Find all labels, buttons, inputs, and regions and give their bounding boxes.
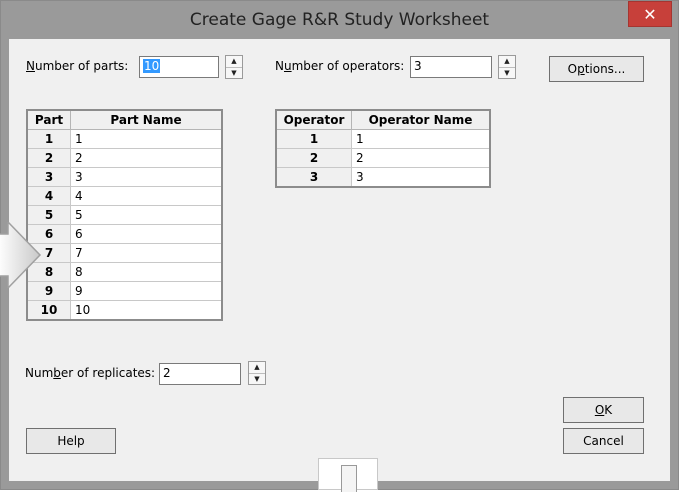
parts-input[interactable]: 10: [139, 56, 219, 78]
row-number: 2: [26, 148, 71, 168]
dialog-window: Create Gage R&R Study Worksheet ✕ Number…: [0, 0, 679, 490]
table-row: 66: [26, 224, 223, 244]
scroll-handle[interactable]: [318, 458, 378, 492]
operator-table: Operator Operator Name 112233: [275, 109, 491, 188]
row-number: 3: [26, 167, 71, 187]
part-column-header: Part: [26, 109, 71, 130]
part-name-column-header: Part Name: [70, 109, 223, 130]
table-row: 88: [26, 262, 223, 282]
parts-label: Number of parts:: [26, 59, 129, 73]
parts-value: 10: [143, 59, 161, 73]
arrow-pointer-icon: [0, 222, 42, 288]
name-cell[interactable]: 3: [351, 167, 491, 188]
operator-name-column-header: Operator Name: [351, 109, 491, 130]
operators-input[interactable]: 3: [410, 56, 492, 78]
name-cell[interactable]: 6: [70, 224, 223, 244]
name-cell[interactable]: 1: [70, 129, 223, 149]
ok-button[interactable]: OK: [563, 397, 644, 423]
name-cell[interactable]: 8: [70, 262, 223, 282]
operator-column-header: Operator: [275, 109, 352, 130]
table-row: 11: [275, 129, 491, 149]
dialog-body: Number of parts: 10 ▲ ▼ Number of operat…: [9, 39, 670, 481]
replicates-spinner[interactable]: ▲ ▼: [248, 361, 266, 385]
close-icon[interactable]: ✕: [628, 1, 672, 27]
part-table: Part Part Name 1 1 2 2 3 3 4 4 5 5 6 6 7 7 8 8 9 9 10 10: [26, 109, 223, 321]
operators-label: Number of operators:: [275, 59, 405, 73]
replicates-label: Number of replicates:: [25, 366, 156, 380]
table-row: 33: [26, 167, 223, 187]
table-row: 11: [26, 129, 223, 149]
name-cell[interactable]: 3: [70, 167, 223, 187]
row-number: 1: [26, 129, 71, 149]
table-row: 33: [275, 167, 491, 188]
name-cell[interactable]: 7: [70, 243, 223, 263]
spinner-up-icon[interactable]: ▲: [499, 56, 515, 68]
spinner-up-icon[interactable]: ▲: [249, 362, 265, 374]
title-bar[interactable]: Create Gage R&R Study Worksheet ✕: [1, 1, 678, 39]
spinner-down-icon[interactable]: ▼: [499, 68, 515, 79]
scroll-grip-icon[interactable]: [341, 465, 357, 492]
table-row: 22: [26, 148, 223, 168]
replicates-input[interactable]: 2: [159, 363, 241, 385]
options-button[interactable]: Options...: [549, 56, 644, 82]
table-row: 55: [26, 205, 223, 225]
row-number: 3: [275, 167, 352, 188]
table-row: 77: [26, 243, 223, 263]
row-number: 1: [275, 129, 352, 149]
name-cell[interactable]: 4: [70, 186, 223, 206]
window-title: Create Gage R&R Study Worksheet: [189, 10, 490, 30]
name-cell[interactable]: 1: [351, 129, 491, 149]
operators-value: 3: [414, 59, 422, 73]
table-row: 10 10: [26, 300, 223, 321]
table-row: 22: [275, 148, 491, 168]
name-cell[interactable]: 2: [351, 148, 491, 168]
name-cell[interactable]: 5: [70, 205, 223, 225]
row-number: 2: [275, 148, 352, 168]
operators-spinner[interactable]: ▲ ▼: [498, 55, 516, 79]
name-cell[interactable]: 2: [70, 148, 223, 168]
help-button[interactable]: Help: [26, 428, 116, 454]
cancel-button[interactable]: Cancel: [563, 428, 644, 454]
spinner-down-icon[interactable]: ▼: [249, 374, 265, 385]
parts-spinner[interactable]: ▲ ▼: [225, 55, 243, 79]
name-cell[interactable]: 9: [70, 281, 223, 301]
spinner-down-icon[interactable]: ▼: [226, 68, 242, 79]
spinner-up-icon[interactable]: ▲: [226, 56, 242, 68]
row-number: 4: [26, 186, 71, 206]
row-number: 10: [26, 300, 71, 321]
replicates-value: 2: [163, 366, 171, 380]
name-cell[interactable]: 10: [70, 300, 223, 321]
table-row: 44: [26, 186, 223, 206]
table-row: 99: [26, 281, 223, 301]
